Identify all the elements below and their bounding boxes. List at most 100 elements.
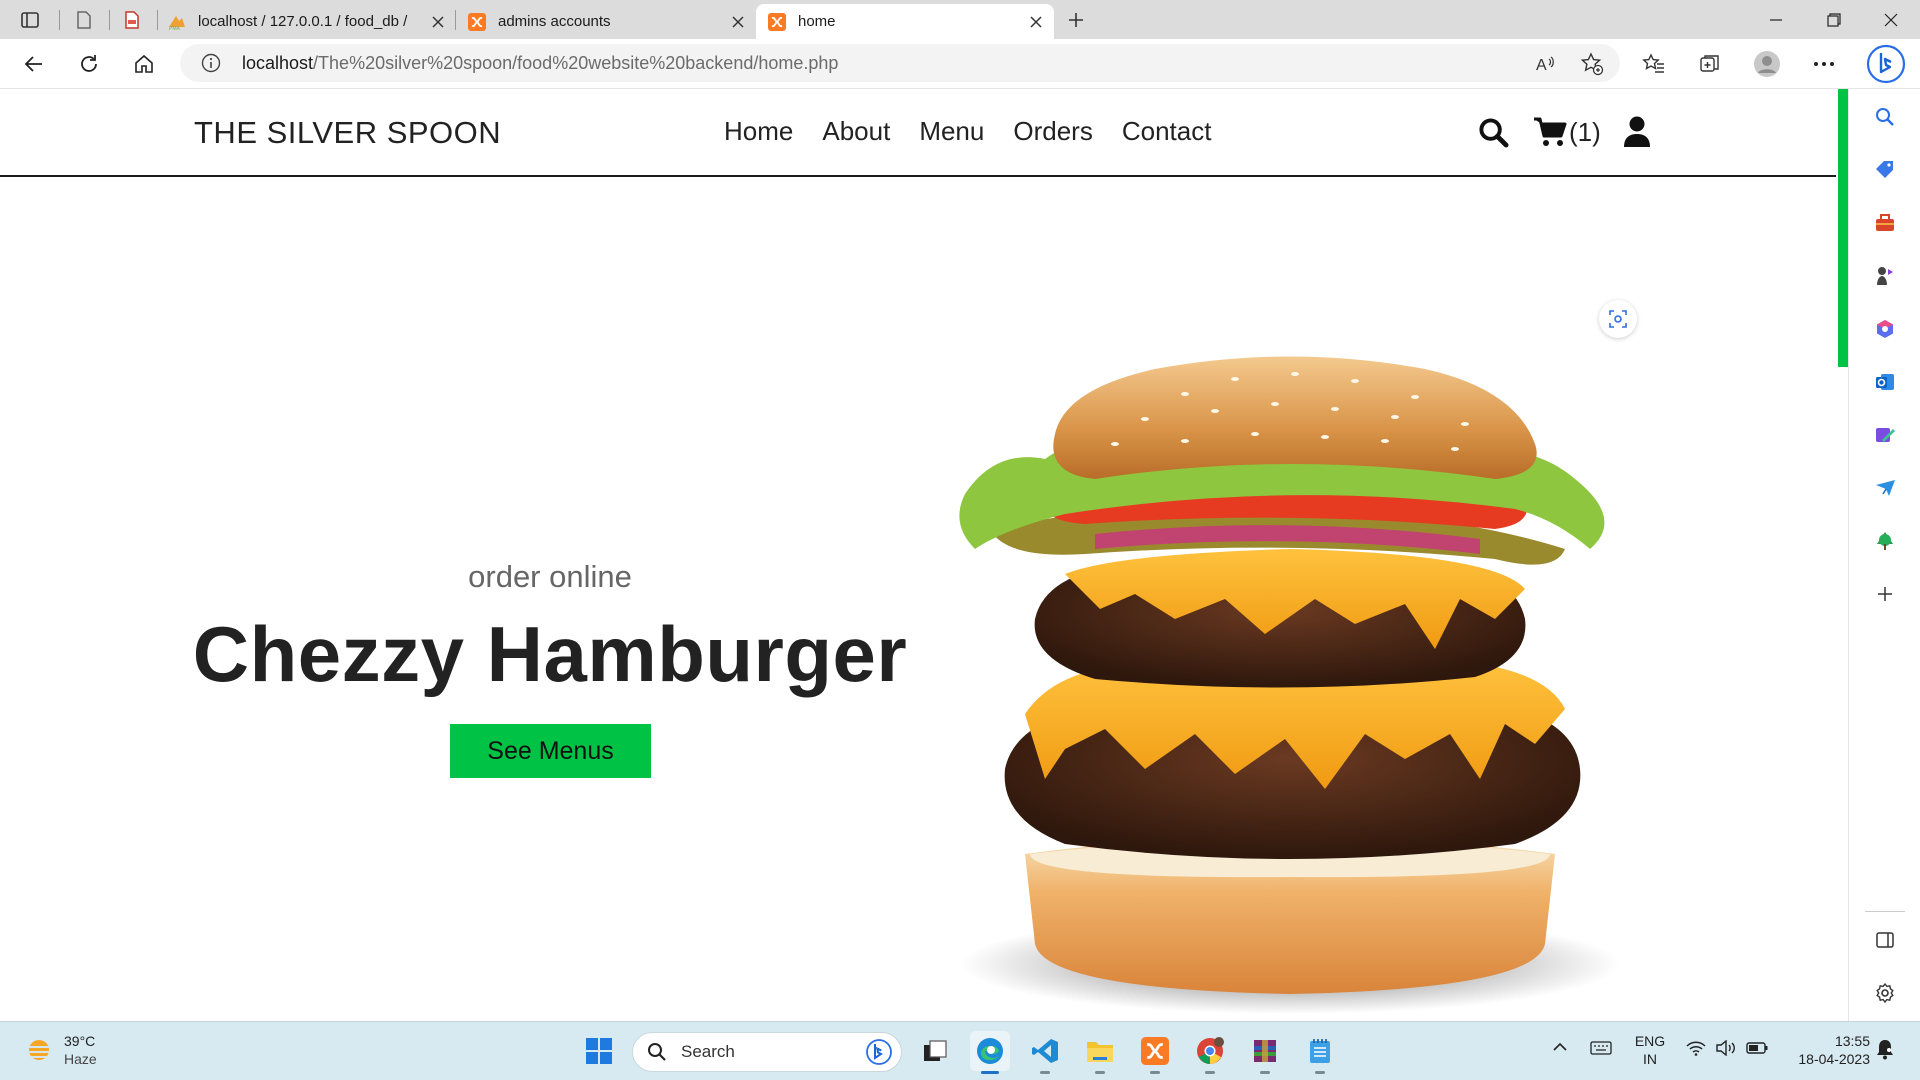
svg-text:A: A [1536, 57, 1547, 74]
close-tab-icon[interactable] [428, 12, 448, 32]
more-options-icon[interactable] [1808, 48, 1840, 80]
battery-icon[interactable] [1746, 1042, 1768, 1054]
cart-icon [1533, 117, 1567, 147]
cart-count: (1) [1569, 116, 1601, 147]
url-path: /The%20silver%20spoon/food%20website%20b… [313, 52, 839, 73]
nav-contact[interactable]: Contact [1122, 116, 1212, 147]
bing-chat-icon[interactable] [1866, 44, 1906, 84]
language-region[interactable]: IN [1630, 1050, 1670, 1068]
language-code[interactable]: ENG [1630, 1032, 1670, 1050]
microsoft365-icon[interactable] [1871, 315, 1899, 343]
see-menus-button[interactable]: See Menus [450, 724, 651, 778]
windows-taskbar: 39°C Haze Search ENG IN 13:55 18-04-2023 [0, 1021, 1920, 1080]
hero-subtitle: order online [468, 559, 632, 594]
keyboard-icon[interactable] [1590, 1040, 1612, 1056]
start-button-icon[interactable] [579, 1031, 619, 1071]
winrar-icon[interactable] [1245, 1031, 1285, 1074]
edge-sidebar [1848, 89, 1920, 1021]
address-bar[interactable]: localhost/The%20silver%20spoon/food%20we… [180, 44, 1620, 82]
back-icon[interactable] [18, 48, 50, 80]
show-hidden-icons-chevron-icon[interactable] [1552, 1042, 1568, 1052]
nav-orders[interactable]: Orders [1013, 116, 1092, 147]
volume-icon[interactable] [1716, 1040, 1736, 1056]
nav-about[interactable]: About [822, 116, 890, 147]
minimize-icon[interactable] [1747, 0, 1805, 39]
tab-admins-accounts[interactable]: admins accounts [468, 4, 748, 39]
weather-temp: 39°C [64, 1033, 96, 1049]
new-tab-icon[interactable] [1062, 6, 1090, 34]
vscode-icon[interactable] [1025, 1031, 1065, 1074]
xampp-icon [468, 12, 486, 31]
pdf-tab-icon[interactable] [118, 6, 146, 34]
weather-desc: Haze [64, 1051, 97, 1067]
visual-search-icon[interactable] [1599, 300, 1637, 338]
chrome-icon[interactable] [1190, 1031, 1230, 1074]
send-to-devices-icon[interactable] [1871, 474, 1899, 502]
url-text[interactable]: localhost/The%20silver%20spoon/food%20we… [242, 53, 838, 74]
home-icon[interactable] [128, 48, 160, 80]
file-explorer-icon[interactable] [1080, 1031, 1120, 1074]
nav-menu[interactable]: Menu [919, 116, 984, 147]
cart-button[interactable]: (1) [1533, 117, 1601, 148]
search-icon[interactable] [1478, 117, 1509, 148]
sidebar-search-icon[interactable] [1871, 103, 1899, 131]
workspaces-icon[interactable] [70, 6, 98, 34]
page-scrollbar[interactable] [1836, 89, 1848, 1021]
close-tab-icon[interactable] [1026, 12, 1046, 32]
xampp-icon[interactable] [1135, 1031, 1175, 1074]
tree-icon[interactable] [1871, 527, 1899, 555]
site-header: THE SILVER SPOON Home About Menu Orders … [0, 89, 1836, 177]
header-icons: (1) [1478, 111, 1651, 153]
favorites-icon[interactable] [1638, 48, 1670, 80]
notification-bell-icon[interactable] [1876, 1038, 1894, 1060]
edge-browser-icon[interactable] [970, 1031, 1010, 1074]
website-viewport: THE SILVER SPOON Home About Menu Orders … [0, 89, 1836, 1021]
url-host: localhost [242, 52, 314, 73]
wifi-icon[interactable] [1686, 1040, 1706, 1056]
tab-title: home [798, 13, 836, 30]
search-icon [647, 1042, 667, 1062]
tab-actions-icon[interactable] [16, 6, 44, 34]
refresh-icon[interactable] [73, 48, 105, 80]
site-logo[interactable]: THE SILVER SPOON [194, 115, 501, 151]
clock-time[interactable]: 13:55 [1782, 1032, 1870, 1050]
weather-icon[interactable] [24, 1035, 54, 1065]
phpmyadmin-icon: PMA [168, 13, 186, 31]
games-icon[interactable] [1871, 262, 1899, 290]
designer-icon[interactable] [1871, 421, 1899, 449]
notepad-icon[interactable] [1300, 1031, 1340, 1074]
burger-image [959, 356, 1620, 1014]
main-nav: Home About Menu Orders Contact [724, 116, 1211, 147]
scrollbar-thumb[interactable] [1838, 89, 1848, 367]
restore-icon[interactable] [1805, 0, 1863, 39]
svg-text:PMA: PMA [169, 26, 181, 31]
shopping-tag-icon[interactable] [1871, 156, 1899, 184]
search-label: Search [681, 1042, 735, 1061]
user-icon[interactable] [1623, 116, 1651, 148]
site-info-icon[interactable] [200, 52, 222, 74]
task-view-icon[interactable] [915, 1031, 955, 1071]
clock-date[interactable]: 18-04-2023 [1782, 1050, 1870, 1068]
hero-title: Chezzy Hamburger [192, 610, 908, 698]
bing-icon [865, 1038, 893, 1066]
close-window-icon[interactable] [1862, 0, 1920, 39]
sidebar-settings-icon[interactable] [1871, 979, 1899, 1007]
browser-tab-strip: PMA localhost / 127.0.0.1 / food_db / ad… [0, 0, 1920, 39]
tools-briefcase-icon[interactable] [1871, 209, 1899, 237]
browser-toolbar: localhost/The%20silver%20spoon/food%20we… [0, 39, 1920, 89]
tab-title: admins accounts [498, 13, 611, 30]
add-favorite-icon[interactable] [1580, 52, 1604, 76]
add-sidebar-app-icon[interactable] [1871, 580, 1899, 608]
taskbar-search[interactable]: Search [632, 1032, 902, 1072]
sidebar-divider [1865, 911, 1905, 912]
hide-sidebar-icon[interactable] [1871, 926, 1899, 954]
collections-icon[interactable] [1694, 48, 1726, 80]
xampp-icon [768, 12, 786, 31]
close-tab-icon[interactable] [728, 12, 748, 32]
tab-home[interactable]: home [756, 4, 1054, 39]
profile-avatar-icon[interactable] [1751, 48, 1783, 80]
tab-phpmyadmin[interactable]: PMA localhost / 127.0.0.1 / food_db / [168, 4, 448, 39]
read-aloud-icon[interactable]: A [1534, 52, 1558, 76]
nav-home[interactable]: Home [724, 116, 793, 147]
outlook-icon[interactable] [1871, 368, 1899, 396]
